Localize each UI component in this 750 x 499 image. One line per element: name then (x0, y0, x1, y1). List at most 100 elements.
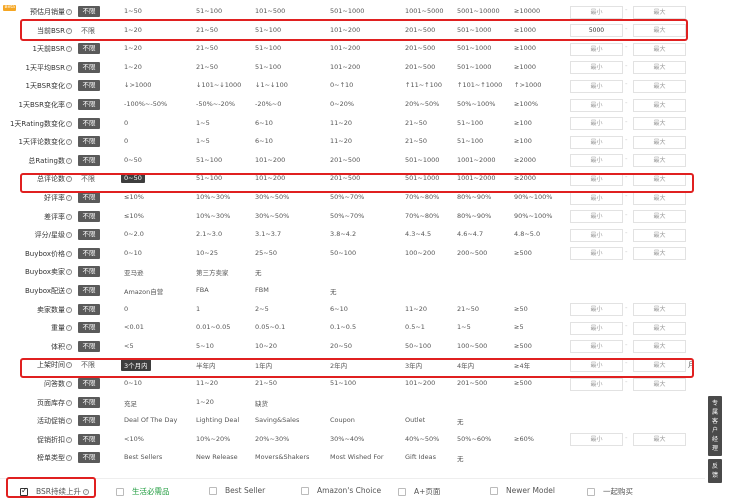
min-input[interactable]: 最小 (570, 210, 623, 224)
range-option[interactable]: 30%~40% (330, 435, 364, 443)
feature-checkbox[interactable]: A+页面 (398, 486, 440, 497)
range-option[interactable]: 201~500 (405, 63, 435, 71)
range-option[interactable]: 21~50 (405, 119, 427, 127)
range-option[interactable]: 1~20 (124, 63, 142, 71)
unlimit-option[interactable]: 不限 (78, 154, 100, 166)
range-option[interactable]: Saving&Sales (255, 416, 299, 424)
range-option[interactable]: 51~100 (457, 119, 483, 127)
feature-checkbox[interactable]: Best Seller (209, 486, 265, 495)
unlimit-option[interactable]: 不限 (81, 360, 95, 370)
range-option[interactable]: -50%~-20% (196, 100, 235, 108)
range-option[interactable]: 101~200 (330, 44, 360, 52)
max-input[interactable]: 最大 (633, 5, 686, 19)
range-option[interactable]: 1001~5000 (405, 7, 444, 15)
range-option[interactable]: ≥1000 (514, 63, 536, 71)
range-option[interactable]: New Release (196, 453, 238, 461)
range-option[interactable]: 3.8~4.2 (330, 230, 356, 238)
range-option[interactable]: 70%~80% (405, 212, 439, 220)
range-option[interactable]: 90%~100% (514, 193, 552, 201)
min-input[interactable]: 最小 (570, 42, 623, 56)
side-tab[interactable]: 反馈 (708, 459, 722, 483)
range-option[interactable]: 5001~10000 (457, 7, 500, 15)
feature-checkbox[interactable]: Amazon's Choice (301, 486, 381, 495)
range-option[interactable]: 0.1~0.5 (330, 323, 356, 331)
help-icon[interactable]: ? (66, 64, 72, 71)
max-input[interactable]: 最大 (633, 79, 686, 93)
feature-checkbox[interactable]: BSR持续上升? (20, 486, 89, 497)
unlimit-option[interactable]: 不限 (78, 192, 100, 203)
range-option[interactable]: 2~5 (255, 305, 269, 313)
range-option[interactable]: ≥1000 (514, 26, 536, 34)
range-option[interactable]: 501~1000 (330, 7, 364, 15)
range-option[interactable]: Most Wished For (330, 453, 384, 461)
range-option[interactable]: 6~10 (330, 305, 348, 313)
range-option[interactable]: 51~100 (196, 156, 222, 164)
range-option[interactable]: 1~20 (124, 26, 142, 34)
range-option[interactable]: 51~100 (196, 174, 222, 182)
unlimit-option[interactable]: 不限 (78, 433, 100, 445)
range-option[interactable]: 30%~50% (255, 212, 289, 220)
range-option[interactable]: Best Sellers (124, 453, 162, 461)
unlimit-option[interactable]: 不限 (78, 247, 100, 259)
range-option[interactable]: 20%~30% (255, 435, 289, 443)
help-icon[interactable]: ? (66, 83, 72, 90)
range-option[interactable]: 4.6~4.7 (457, 230, 483, 238)
range-option[interactable]: 21~50 (255, 379, 277, 387)
range-option[interactable]: 10%~30% (196, 193, 230, 201)
unlimit-option[interactable]: 不限 (78, 43, 100, 55)
range-option[interactable]: 3.1~3.7 (255, 230, 281, 238)
range-option[interactable]: 0.05~0.1 (255, 323, 285, 331)
range-option[interactable]: 0.5~1 (405, 323, 425, 331)
min-input[interactable]: 最小 (570, 154, 623, 168)
min-input[interactable]: 最小 (570, 117, 623, 131)
help-icon[interactable]: ? (66, 362, 72, 369)
range-option[interactable]: 101~200 (255, 156, 285, 164)
range-option[interactable]: 10%~20% (196, 435, 230, 443)
range-option[interactable]: ≥2000 (514, 174, 536, 182)
help-icon[interactable]: ? (66, 250, 72, 257)
range-option[interactable]: 50%~100% (457, 100, 495, 108)
range-option[interactable]: 无 (457, 416, 464, 426)
help-icon[interactable]: ? (66, 139, 72, 146)
range-option[interactable]: 100~500 (457, 342, 487, 350)
help-icon[interactable]: ? (66, 176, 72, 183)
max-input[interactable]: 最大 (633, 321, 686, 335)
range-option[interactable]: 无 (330, 286, 337, 296)
range-option[interactable]: FBA (196, 286, 209, 294)
range-option[interactable]: ↓1~↓100 (255, 81, 288, 89)
range-option[interactable]: 101~200 (405, 379, 435, 387)
range-option[interactable]: ≥100 (514, 119, 532, 127)
range-option[interactable]: 6~10 (255, 137, 273, 145)
range-option[interactable]: 50%~70% (330, 212, 364, 220)
range-option[interactable]: 201~500 (330, 174, 360, 182)
range-option[interactable]: 10%~30% (196, 212, 230, 220)
range-option[interactable]: 1001~2000 (457, 174, 496, 182)
range-option[interactable]: ≥500 (514, 249, 532, 257)
min-input[interactable]: 最小 (570, 303, 623, 317)
range-option[interactable]: 1~20 (196, 398, 214, 406)
min-input[interactable]: 最小 (570, 247, 623, 261)
side-tab[interactable]: 专属客户经理 (708, 396, 722, 456)
help-icon[interactable]: ? (66, 418, 72, 425)
unlimit-option[interactable]: 不限 (78, 378, 100, 389)
range-option[interactable]: ≥100% (514, 100, 538, 108)
max-input[interactable]: 最大 (633, 24, 686, 38)
range-option[interactable]: 201~500 (405, 26, 435, 34)
min-input[interactable]: 最小 (570, 358, 623, 372)
unlimit-option[interactable]: 不限 (81, 26, 95, 36)
range-option[interactable]: Outlet (405, 416, 425, 424)
range-option[interactable]: 11~20 (405, 305, 427, 313)
min-input[interactable]: 最小 (570, 79, 623, 93)
range-option[interactable]: 0.01~0.05 (196, 323, 230, 331)
range-option[interactable]: 101~200 (330, 63, 360, 71)
range-option[interactable]: 101~200 (255, 174, 285, 182)
range-option[interactable]: 4.3~4.5 (405, 230, 431, 238)
help-icon[interactable]: ? (66, 288, 72, 294)
unlimit-option[interactable]: 不限 (78, 452, 100, 464)
range-option[interactable]: 50%~60% (457, 435, 491, 443)
range-option[interactable]: 0~20% (330, 100, 354, 108)
checkbox-box[interactable] (116, 487, 124, 496)
range-option[interactable]: 501~1000 (457, 26, 491, 34)
range-option[interactable]: 2年内 (330, 360, 347, 370)
range-option[interactable]: 0~↑10 (330, 81, 353, 89)
